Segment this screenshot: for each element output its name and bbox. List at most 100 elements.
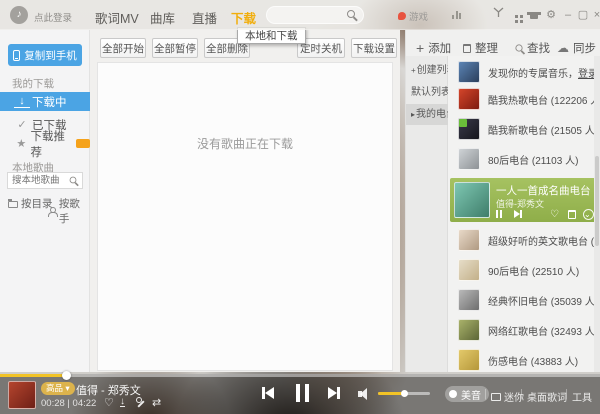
station-next-button[interactable] [514, 209, 522, 219]
new-badge [76, 139, 90, 148]
close-button[interactable]: × [589, 7, 600, 23]
station-thumbnail [458, 118, 480, 140]
person-icon [48, 207, 56, 216]
previous-button[interactable] [262, 387, 274, 399]
station-row[interactable]: 酷我热歌电台 (122206 人) [448, 85, 600, 113]
now-playing-station[interactable]: 一人一首成名曲电台 (8 值得-郑秀文 ♡ ⌄ [450, 178, 599, 222]
station-row[interactable]: 经典怀旧电台 (35039 人) [448, 286, 600, 314]
start-all-button[interactable]: 全部开始 [100, 38, 146, 58]
sound-effect-label: 美音 [461, 387, 481, 402]
scrollbar-thumb[interactable] [595, 156, 599, 246]
app-logo-icon: ♪ [10, 6, 28, 24]
now-playing-title: 一人一首成名曲电台 (8 [496, 183, 596, 198]
download-settings-button[interactable]: 下载设置 [351, 38, 397, 58]
quality-label: 高品 [46, 383, 63, 393]
station-row[interactable]: 80后电台 (21103 人) [448, 145, 600, 173]
separator: | [484, 388, 487, 400]
folder-icon [8, 201, 18, 208]
tab-create-label: 创建列表 [417, 65, 448, 76]
tab-my-radio-label: 我的电台 [416, 109, 448, 120]
seek-handle[interactable] [62, 371, 71, 380]
scrollbar[interactable] [594, 56, 600, 372]
tools-wrench-icon[interactable] [136, 397, 146, 407]
station-more-icon[interactable]: ⌄ [583, 209, 594, 220]
game-entry[interactable]: 游戏 [398, 9, 428, 23]
cloud-icon: ☁ [557, 42, 569, 54]
player-bar: 高品 ▾ 值得 - 郑秀文 00:28 | 04:22 ♡ ↓ ⇄ 美音 | 迷… [0, 374, 600, 414]
station-pause-button[interactable] [496, 209, 504, 219]
caret-down-icon: ▾ [65, 383, 69, 393]
station-label: 酷我新歌电台 (21505 人) [488, 122, 598, 137]
download-icon: ↓ [14, 96, 30, 108]
left-sidebar: 复制到手机 我的下载 ↓ 下载中 ✓ 已下载 ★ 下载推荐 本地歌曲 [0, 30, 90, 372]
sound-effect-dot-icon [449, 390, 457, 398]
next-button[interactable] [328, 387, 340, 399]
sidebar-item-downloading[interactable]: ↓ 下载中 [0, 92, 90, 111]
tab-default-list[interactable]: 默认列表 [406, 82, 448, 103]
empty-state-text: 没有歌曲正在下载 [98, 135, 392, 152]
station-label: 伤感电台 (43883 人) [488, 353, 598, 368]
desktop-lyrics-button[interactable]: 桌面歌词 [527, 389, 567, 404]
active-tab-marker: ▸ [411, 110, 415, 119]
tab-my-radio[interactable]: ▸我的电台 [406, 104, 448, 125]
organize-label: 整理 [475, 40, 498, 56]
nav-download[interactable]: 下载 [231, 8, 256, 27]
search-icon [347, 10, 355, 18]
local-search-box[interactable] [7, 172, 83, 189]
add-button[interactable]: + 添加 [416, 38, 451, 58]
volume-handle[interactable] [401, 390, 408, 397]
minimize-button[interactable]: – [560, 7, 576, 23]
sidebar-item-download-recommend[interactable]: ★ 下载推荐 [0, 134, 90, 153]
quality-badge[interactable]: 高品 ▾ [41, 382, 75, 395]
phone-icon [13, 50, 20, 61]
my-downloads-section-title: 我的下载 [12, 76, 54, 91]
copy-to-phone-label: 复制到手机 [24, 48, 77, 63]
search-input[interactable] [275, 8, 347, 22]
station-row[interactable]: 伤感电台 (43883 人) [448, 346, 600, 372]
mini-mode-icon[interactable] [508, 7, 524, 23]
nav-live[interactable]: 直播 [192, 8, 217, 27]
find-button[interactable]: 查找 [515, 38, 550, 58]
nav-library[interactable]: 曲库 [150, 8, 175, 27]
tools-button[interactable]: 工具 [572, 389, 592, 404]
sound-effect-toggle[interactable]: 美音 [445, 386, 489, 402]
download-song-icon[interactable]: ↓ [120, 397, 125, 407]
nav-lyrics-mv[interactable]: 歌词MV [95, 8, 139, 27]
station-label: 超级好听的英文歌电台 (38925 人) [488, 233, 598, 248]
favorite-icon[interactable]: ♡ [104, 397, 114, 409]
station-favorite-icon[interactable]: ♡ [550, 209, 559, 219]
station-delete-icon[interactable] [568, 209, 576, 219]
copy-to-phone-button[interactable]: 复制到手机 [8, 44, 82, 66]
playlist-panel: + 添加 整理 查找 ☁ 同步 +创建列表 默认列表 ▸我的 [405, 30, 600, 372]
radio-station-list: 发现你的专属音乐，登录 酷我热歌电台 (122206 人) 酷我新歌电台 (21… [448, 56, 600, 372]
pause-button[interactable] [296, 384, 309, 402]
ranking-icon[interactable] [452, 11, 461, 19]
skin-icon[interactable] [526, 7, 542, 23]
volume-slider[interactable] [378, 392, 430, 395]
play-mode-icon[interactable]: ⇄ [152, 397, 161, 409]
local-search-input[interactable] [12, 174, 68, 187]
station-thumbnail [458, 259, 480, 281]
settings-gear-icon[interactable]: ⚙ [543, 7, 559, 23]
station-label: 网络红歌电台 (32493 人) [488, 323, 598, 338]
promo-list-item[interactable]: 发现你的专属音乐，登录 [448, 58, 600, 86]
login-link[interactable]: 点此登录 [34, 10, 72, 24]
new-corner-badge [459, 119, 467, 127]
station-row[interactable]: 酷我新歌电台 (21505 人) [448, 115, 600, 143]
station-row[interactable]: 90后电台 (22510 人) [448, 256, 600, 284]
station-label: 酷我热歌电台 (122206 人) [488, 92, 598, 107]
sync-button[interactable]: ☁ 同步 [557, 38, 596, 58]
tab-create-list[interactable]: +创建列表 [406, 60, 448, 81]
by-directory-link[interactable]: 按目录 [8, 196, 53, 211]
search-box[interactable] [266, 6, 364, 24]
station-row[interactable]: 网络红歌电台 (32493 人) [448, 316, 600, 344]
downloading-label: 下载中 [32, 94, 67, 110]
share-icon[interactable] [490, 7, 506, 23]
organize-button[interactable]: 整理 [463, 38, 498, 58]
seek-bar[interactable] [0, 374, 600, 377]
by-artist-link[interactable]: 按歌手 [48, 196, 90, 226]
pause-all-button[interactable]: 全部暂停 [152, 38, 198, 58]
station-row[interactable]: 超级好听的英文歌电台 (38925 人) [448, 226, 600, 254]
album-art[interactable] [8, 381, 36, 409]
station-thumbnail [458, 349, 480, 371]
